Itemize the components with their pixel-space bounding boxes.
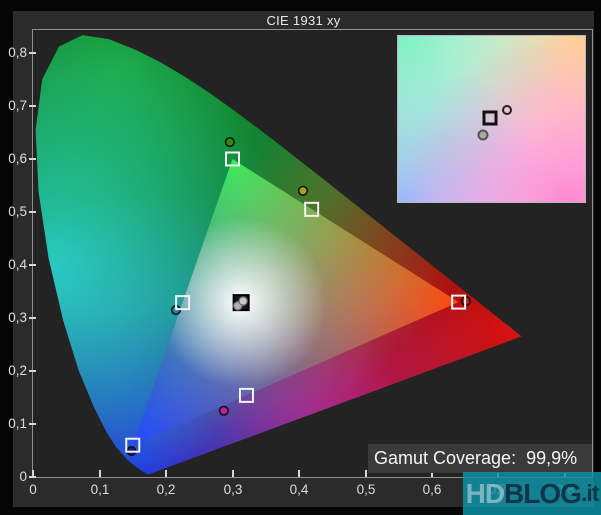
measured-point-magenta: [220, 406, 229, 415]
white-point-inset: [397, 35, 586, 203]
x-axis-tick-label: 0,1: [80, 482, 120, 497]
white-target-square: [483, 111, 498, 126]
y-axis-tick-label: 0,8: [0, 45, 27, 60]
y-axis-tick-label: 0,5: [0, 204, 27, 219]
screenshot-frame: CIE 1931 xy: [0, 0, 601, 515]
x-axis-tick-label: 0: [13, 482, 53, 497]
hdblog-watermark: HDBLOG.it: [463, 472, 601, 515]
y-axis-tick-label: 0,6: [0, 151, 27, 166]
watermark-blog: BLOG: [504, 478, 581, 510]
y-axis-tick-label: 0,3: [0, 310, 27, 325]
y-axis-tick-label: 0,7: [0, 98, 27, 113]
gamut-coverage-box: Gamut Coverage: 99,9%: [368, 444, 592, 473]
y-axis-tick-label: 0,2: [0, 363, 27, 378]
gamut-coverage-value: 99,9%: [526, 448, 577, 468]
x-axis-tick-label: 0,6: [412, 482, 452, 497]
y-axis-tick-label: 0,4: [0, 257, 27, 272]
page-title: CIE 1931 xy: [13, 11, 594, 30]
white-reference-circle: [502, 105, 512, 115]
measured-point-green: [226, 138, 235, 147]
target-marker-yellow: [305, 203, 318, 216]
measured-point-white-2: [239, 297, 247, 305]
x-axis-tick-label: 0,4: [279, 482, 319, 497]
x-axis-tick-label: 0,3: [213, 482, 253, 497]
watermark-it: .it: [581, 480, 598, 507]
target-marker-magenta: [240, 389, 253, 402]
x-axis-tick-label: 0,2: [146, 482, 186, 497]
measured-point-yellow: [299, 187, 308, 196]
y-axis-tick-label: 0: [0, 469, 27, 484]
y-axis-tick-label: 0,1: [0, 416, 27, 431]
x-axis-tick-label: 0,5: [346, 482, 386, 497]
white-measured-circle: [478, 129, 489, 140]
gamut-coverage-label: Gamut Coverage:: [374, 448, 516, 468]
target-marker-green: [226, 153, 239, 166]
watermark-hd: HD: [466, 478, 504, 510]
